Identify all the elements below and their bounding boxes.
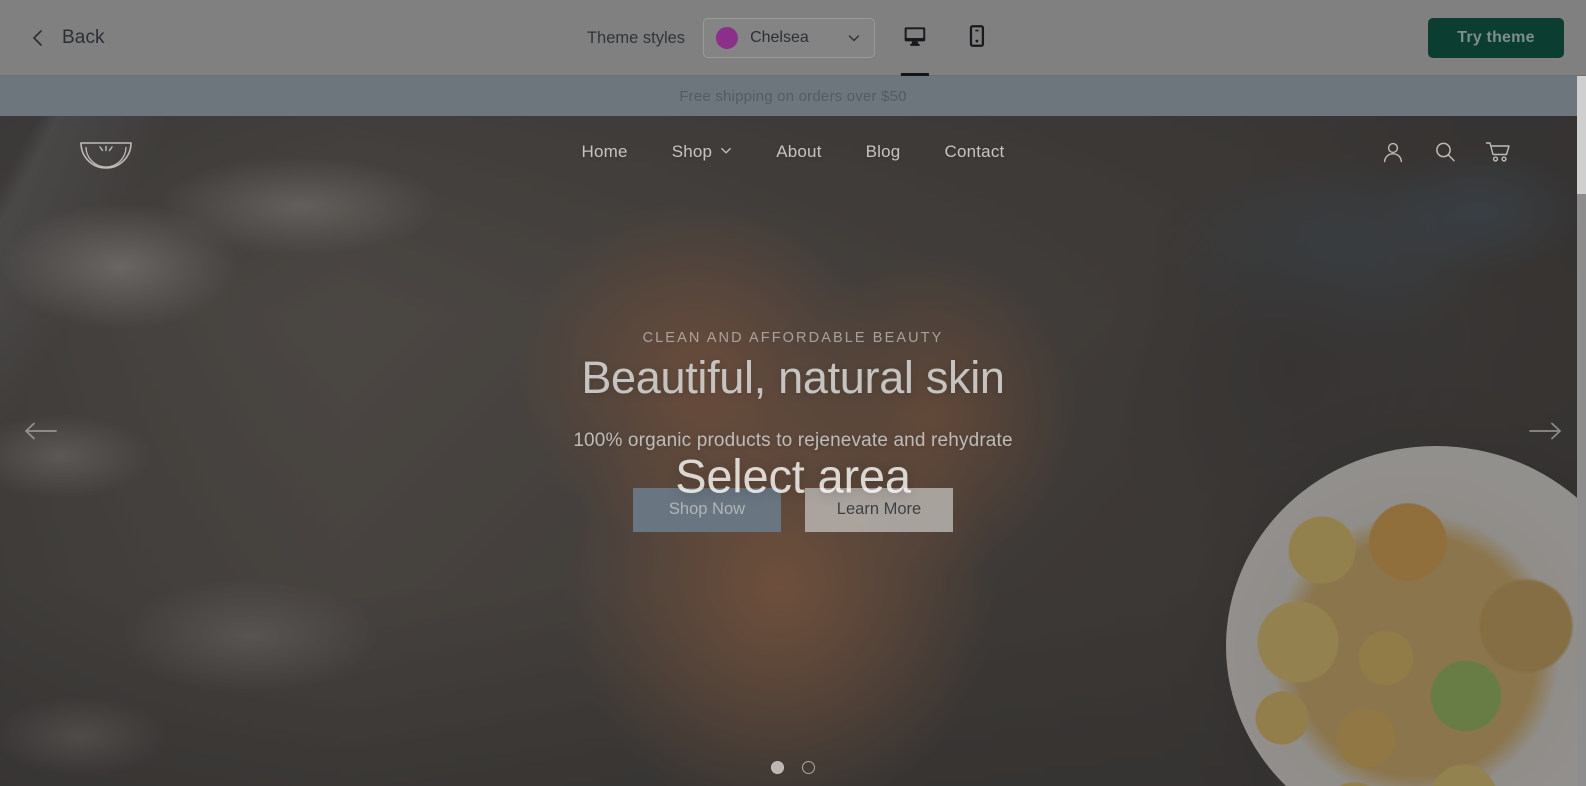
shop-now-label: Shop Now xyxy=(668,500,746,519)
announcement-text: Free shipping on orders over $50 xyxy=(679,87,907,105)
back-label: Back xyxy=(62,26,105,48)
try-theme-label: Try theme xyxy=(1457,29,1535,46)
try-theme-button[interactable]: Try theme xyxy=(1428,18,1564,58)
carousel-dots xyxy=(771,761,815,774)
back-button[interactable]: Back xyxy=(28,27,105,49)
theme-preview-frame: Free shipping on orders over $50 Home Sh… xyxy=(0,76,1586,786)
device-toggle-desktop[interactable] xyxy=(893,0,937,76)
chevron-down-icon xyxy=(846,30,862,46)
hero-eyebrow: CLEAN AND AFFORDABLE BEAUTY xyxy=(642,330,944,347)
announcement-bar[interactable]: Free shipping on orders over $50 xyxy=(0,76,1586,116)
carousel-dot-1[interactable] xyxy=(771,761,784,774)
preview-scrollbar[interactable] xyxy=(1577,76,1586,786)
hero-content: CLEAN AND AFFORDABLE BEAUTY Beautiful, n… xyxy=(0,116,1586,786)
arrow-right-icon[interactable] xyxy=(1524,414,1568,448)
arrow-left-icon[interactable] xyxy=(18,414,62,448)
desktop-icon xyxy=(902,23,928,54)
theme-style-select[interactable]: Chelsea xyxy=(703,18,876,58)
hero-subtext: 100% organic products to rejenevate and … xyxy=(573,429,1013,451)
shop-now-button[interactable]: Shop Now xyxy=(633,487,781,532)
chevron-left-icon xyxy=(28,28,48,48)
theme-styles-label: Theme styles xyxy=(586,28,686,47)
theme-select-value: Chelsea xyxy=(750,29,809,46)
learn-more-button[interactable]: Learn More xyxy=(805,487,953,532)
hero-heading: Beautiful, natural skin xyxy=(581,352,1005,404)
theme-controls: Theme styles Chelsea xyxy=(587,0,999,76)
device-toggle-mobile[interactable] xyxy=(955,0,999,76)
carousel-dot-2[interactable] xyxy=(802,761,815,774)
learn-more-label: Learn More xyxy=(836,500,922,519)
preview-scrollbar-thumb[interactable] xyxy=(1577,76,1586,194)
hero-button-group: Shop Now Learn More xyxy=(633,487,953,532)
theme-color-swatch xyxy=(716,27,739,49)
mobile-icon xyxy=(964,23,990,54)
editor-top-bar: Back Theme styles Chelsea Try theme xyxy=(0,0,1586,76)
